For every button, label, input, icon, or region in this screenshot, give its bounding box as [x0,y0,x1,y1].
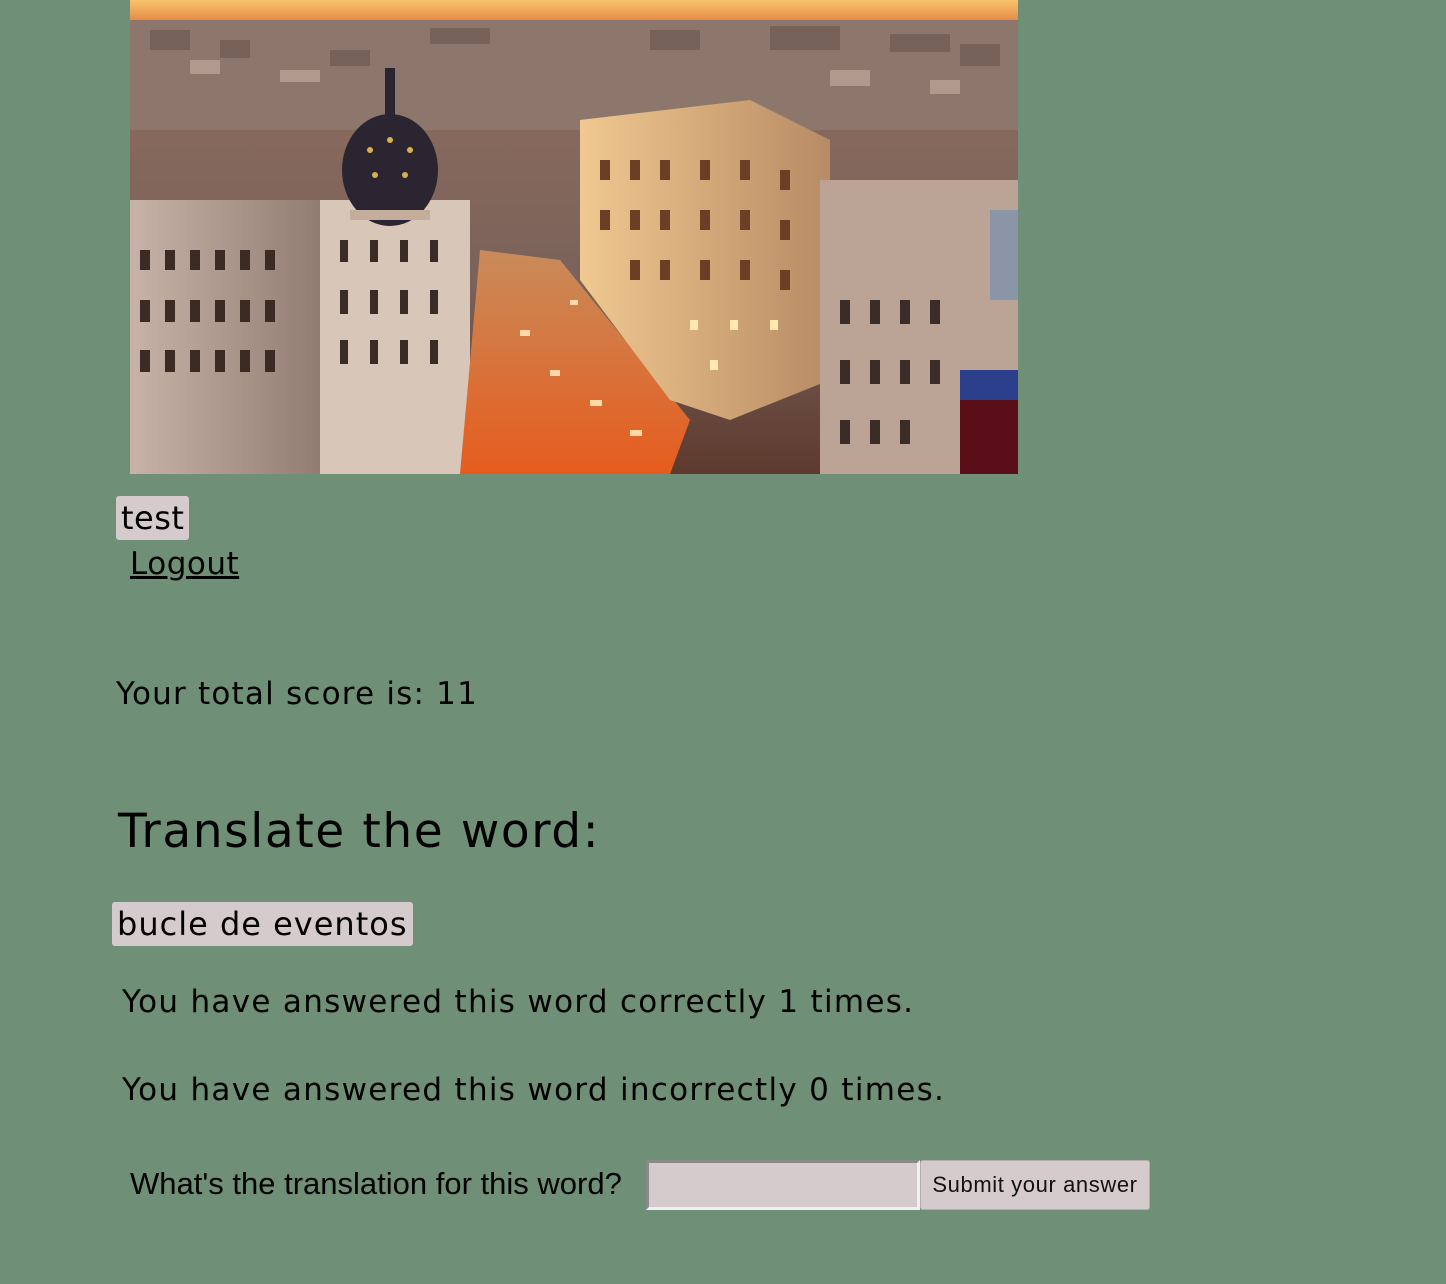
answer-form: What's the translation for this word? Su… [130,1158,1230,1212]
header-city-image [130,0,1018,474]
total-score: Your total score is: 11 [116,676,479,712]
word-to-translate: bucle de eventos [112,902,413,946]
correct-count-text: You have answered this word correctly 1 … [122,984,915,1020]
translation-input[interactable] [646,1160,920,1210]
logout-link[interactable]: Logout [130,544,239,584]
username-badge: test [116,496,190,540]
translate-heading: Translate the word: [118,804,601,859]
city-photo [130,0,1018,474]
translation-prompt-label: What's the translation for this word? [130,1166,622,1201]
incorrect-count-text: You have answered this word incorrectly … [122,1072,946,1108]
submit-answer-button[interactable]: Submit your answer [920,1160,1150,1210]
